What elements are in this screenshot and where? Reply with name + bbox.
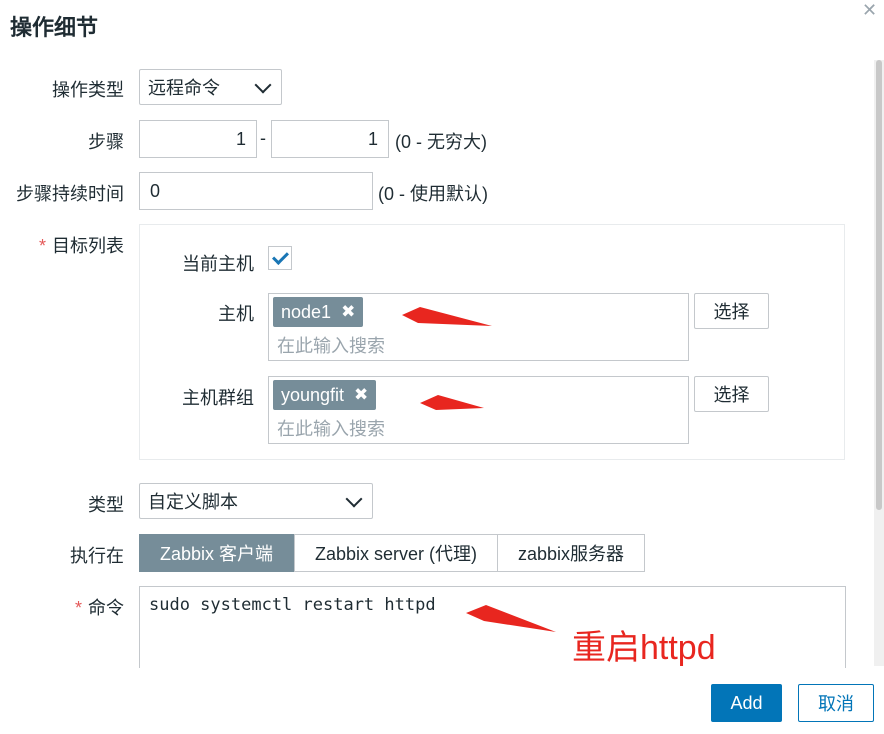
execute-on-option-server[interactable]: zabbix服务器	[497, 534, 645, 572]
scrollbar-thumb[interactable]	[876, 60, 882, 510]
cancel-button[interactable]: 取消	[798, 684, 874, 722]
remove-tag-icon[interactable]: ✖	[341, 302, 355, 322]
command-textarea[interactable]: sudo systemctl restart httpd	[139, 586, 846, 668]
add-button[interactable]: Add	[711, 684, 782, 722]
current-host-checkbox[interactable]	[268, 246, 292, 270]
host-group-tag-label: youngfit	[281, 384, 345, 405]
execute-on-label: 执行在	[70, 546, 124, 566]
close-icon[interactable]: ✕	[862, 0, 877, 21]
remove-tag-icon[interactable]: ✖	[354, 385, 368, 405]
operation-type-label: 操作类型	[52, 80, 124, 100]
command-label: * 命令	[74, 598, 124, 618]
steps-separator: -	[260, 128, 266, 148]
required-marker: *	[38, 236, 46, 256]
current-host-label: 当前主机	[182, 254, 254, 274]
host-group-tag: youngfit ✖	[273, 380, 377, 410]
annotation-text: 重启httpd	[572, 629, 716, 667]
host-select-button[interactable]: 选择	[694, 293, 769, 329]
host-tag-label: node1	[281, 301, 332, 322]
host-group-multiselect[interactable]: youngfit ✖ 在此输入搜索	[268, 376, 689, 444]
type-value: 自定义脚本	[148, 492, 238, 512]
type-label: 类型	[88, 495, 124, 515]
target-list-label: * 目标列表	[38, 236, 124, 256]
chevron-down-icon	[345, 490, 363, 507]
chevron-down-icon	[254, 76, 272, 93]
host-group-search-input[interactable]: 在此输入搜索	[277, 415, 385, 441]
required-marker: *	[74, 598, 82, 618]
step-duration-input[interactable]: 0	[139, 172, 373, 210]
operation-type-select[interactable]: 远程命令	[139, 69, 282, 105]
steps-label: 步骤	[88, 132, 124, 152]
dialog-title: 操作细节	[10, 15, 99, 40]
scrollbar[interactable]	[874, 60, 884, 666]
execute-on-option-agent[interactable]: Zabbix 客户端	[139, 534, 294, 572]
steps-hint: (0 - 无穷大)	[395, 132, 487, 152]
host-group-label: 主机群组	[182, 388, 254, 408]
host-search-input[interactable]: 在此输入搜索	[277, 332, 385, 358]
host-multiselect[interactable]: node1 ✖ 在此输入搜索	[268, 293, 689, 361]
steps-from-input[interactable]: 1	[139, 120, 257, 158]
operation-type-value: 远程命令	[148, 78, 220, 98]
steps-to-input[interactable]: 1	[271, 120, 389, 158]
type-select[interactable]: 自定义脚本	[139, 483, 373, 519]
host-tag: node1 ✖	[273, 297, 364, 327]
host-label: 主机	[218, 304, 254, 324]
checkmark-icon	[272, 248, 289, 265]
execute-on-option-server-proxy[interactable]: Zabbix server (代理)	[294, 534, 498, 572]
step-duration-label: 步骤持续时间	[16, 184, 124, 204]
host-group-select-button[interactable]: 选择	[694, 376, 769, 412]
step-duration-hint: (0 - 使用默认)	[378, 184, 488, 204]
